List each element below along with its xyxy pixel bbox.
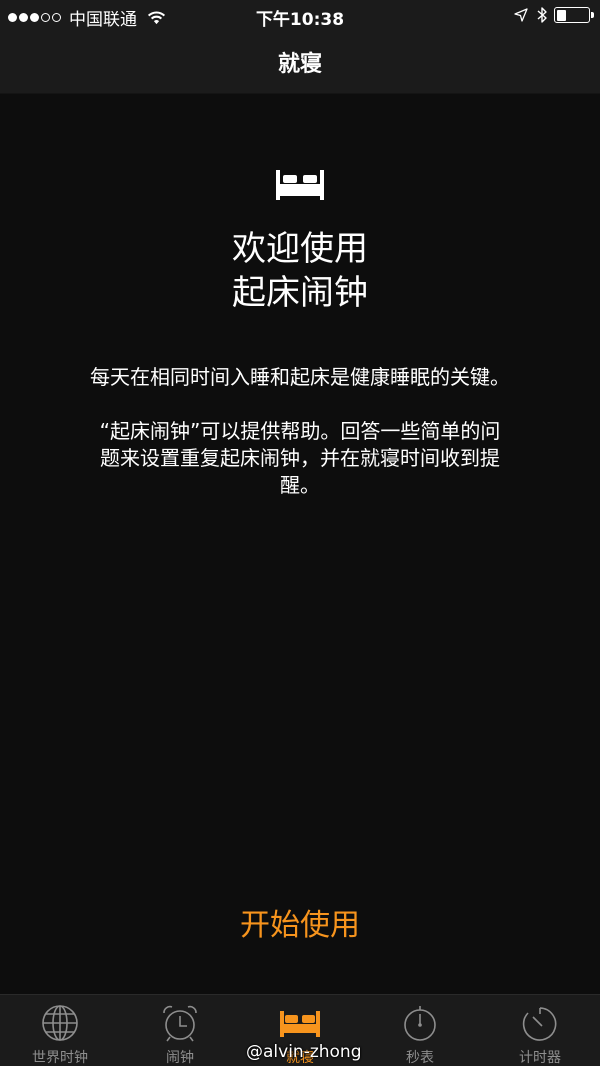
description-paragraph-1: 每天在相同时间入睡和起床是健康睡眠的关键。 xyxy=(90,365,510,389)
tab-stopwatch[interactable]: 秒表 xyxy=(360,1003,480,1066)
bluetooth-icon xyxy=(537,7,547,23)
watermark: @alvin-zhong xyxy=(246,1042,362,1062)
description: 每天在相同时间入睡和起床是健康睡眠的关键。 “起床闹钟”可以提供帮助。回答一些简… xyxy=(90,364,510,499)
tab-timer[interactable]: 计时器 xyxy=(480,1003,600,1066)
status-time: 下午10:38 xyxy=(255,10,345,30)
status-right xyxy=(514,6,594,24)
tab-label-stopwatch: 秒表 xyxy=(406,1050,434,1066)
tab-alarm[interactable]: 闹钟 xyxy=(120,1003,240,1066)
tab-world-clock[interactable]: 世界时钟 xyxy=(0,1003,120,1066)
battery-icon xyxy=(554,7,594,23)
stopwatch-icon xyxy=(404,1006,436,1041)
get-started-button[interactable]: 开始使用 xyxy=(0,900,600,944)
welcome-line-1: 欢迎使用 xyxy=(232,229,368,269)
bed-icon xyxy=(280,1011,320,1037)
alarm-clock-icon xyxy=(163,1005,197,1042)
tab-label-world-clock: 世界时钟 xyxy=(32,1050,88,1066)
globe-icon xyxy=(42,1005,78,1041)
timer-icon xyxy=(522,1007,557,1041)
bedtime-screen: 中国联通 下午10:38 就寝 欢迎使用 起床闹钟 每天在相同时间入睡和起床是健… xyxy=(0,0,600,1066)
welcome-heading: 欢迎使用 起床闹钟 xyxy=(0,227,600,315)
status-bar: 中国联通 下午10:38 xyxy=(0,0,600,32)
tab-label-timer: 计时器 xyxy=(519,1050,561,1066)
bed-icon xyxy=(276,170,324,200)
welcome-line-2: 起床闹钟 xyxy=(232,273,368,313)
tab-label-alarm: 闹钟 xyxy=(166,1050,194,1066)
welcome-content: 欢迎使用 起床闹钟 每天在相同时间入睡和起床是健康睡眠的关键。 “起床闹钟”可以… xyxy=(0,94,600,994)
description-paragraph-2: “起床闹钟”可以提供帮助。回答一些简单的问题来设置重复起床闹钟，并在就寝时间收到… xyxy=(99,419,501,497)
page-title: 就寝 xyxy=(277,52,322,77)
navigation-bar: 就寝 xyxy=(0,32,600,94)
location-arrow-icon xyxy=(514,8,528,22)
